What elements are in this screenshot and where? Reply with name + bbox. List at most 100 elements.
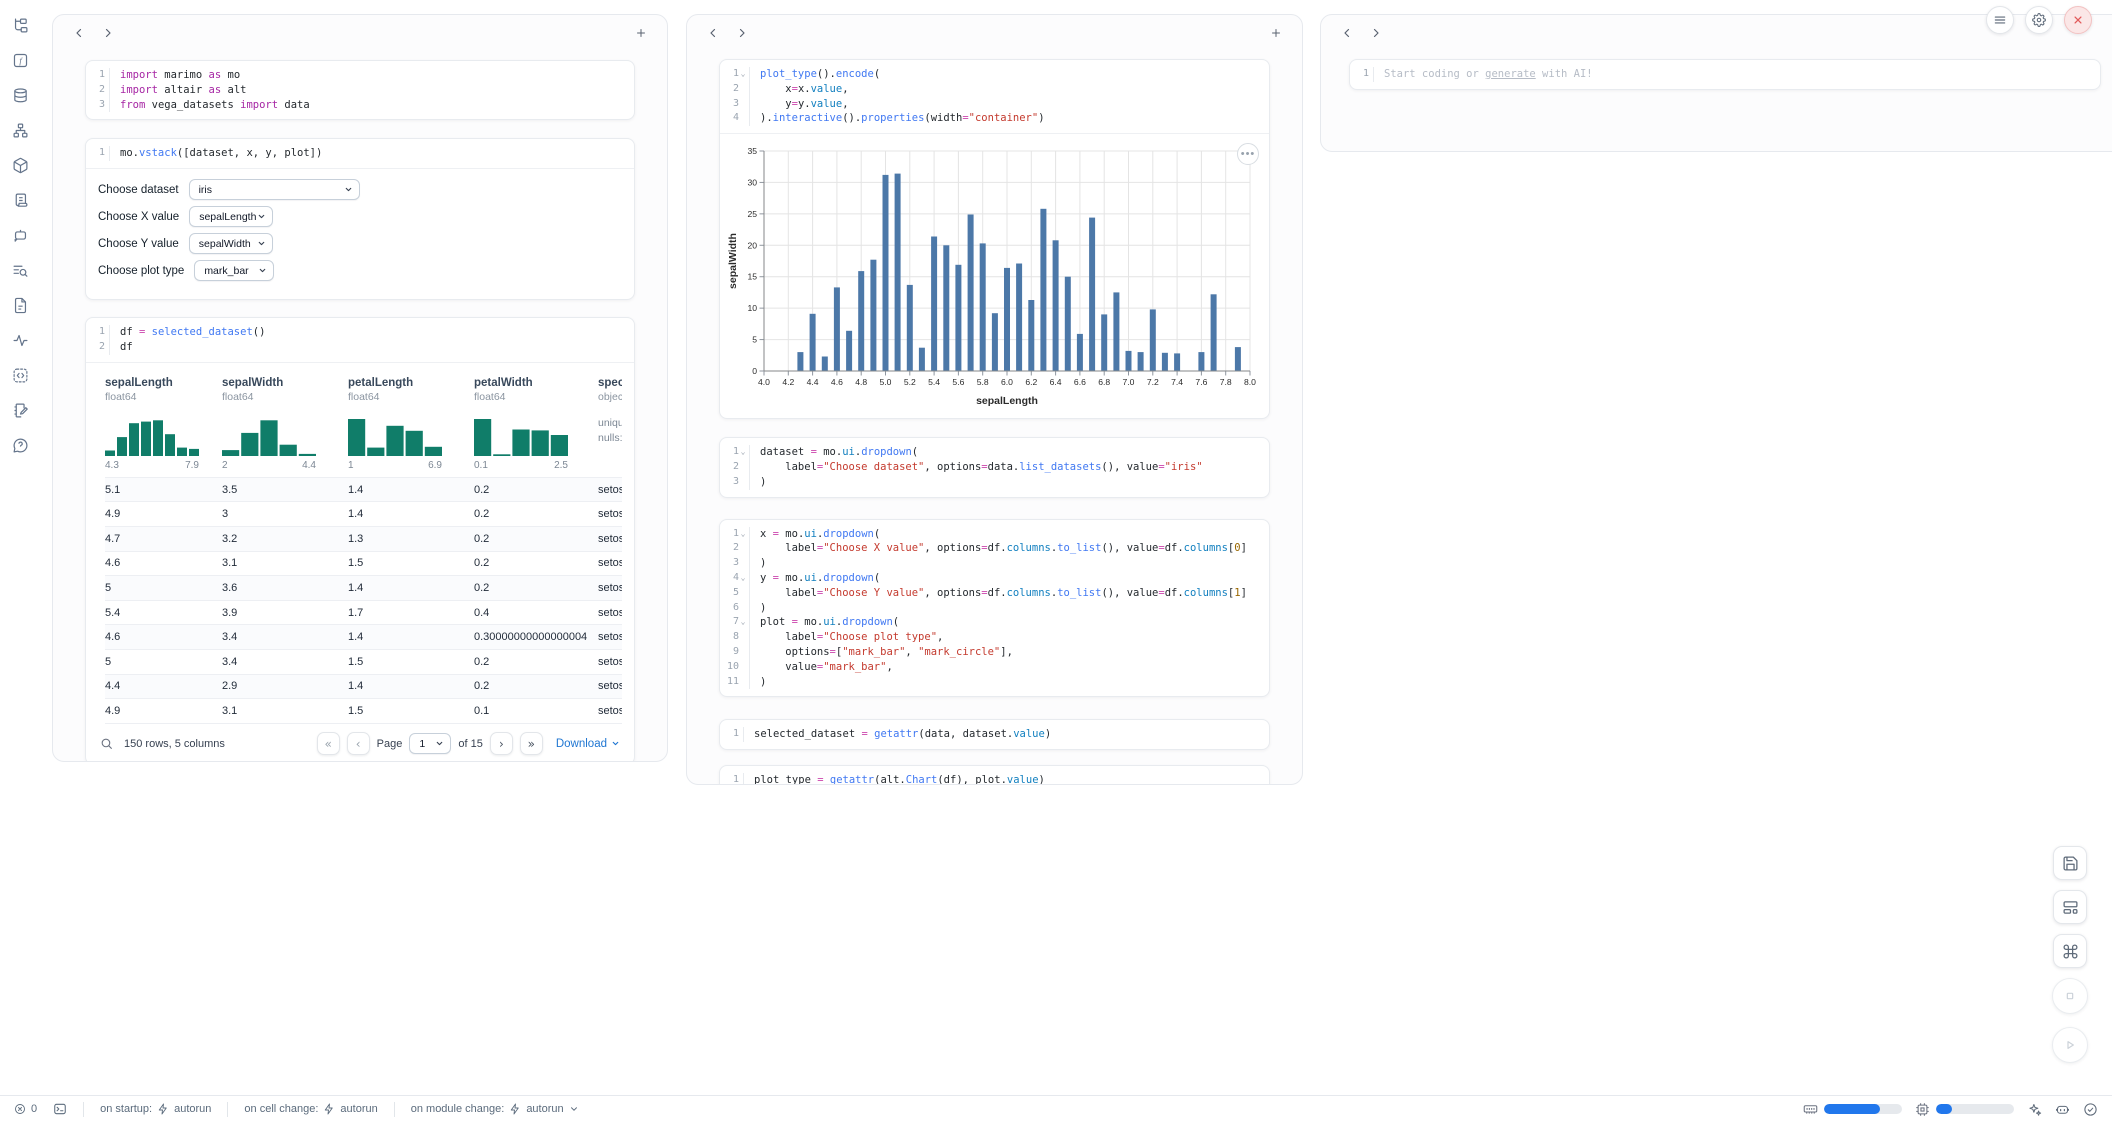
snippets-icon[interactable] <box>7 292 33 318</box>
layout-button[interactable] <box>2053 890 2087 924</box>
empty-cell[interactable]: 1Start coding or generate with AI! <box>1349 59 2101 90</box>
next-page-button[interactable]: › <box>490 732 513 755</box>
fold-arrow-icon[interactable]: ⌄ <box>739 445 747 460</box>
shortcuts-button[interactable] <box>2053 934 2087 968</box>
code-line[interactable]: options=["mark_bar", "mark_circle"], <box>760 645 1247 660</box>
shutdown-icon[interactable] <box>2064 6 2092 34</box>
fold-arrow-icon[interactable]: ⌄ <box>739 67 747 82</box>
fold-arrow-icon[interactable]: ⌄ <box>739 527 747 542</box>
vstack-code[interactable]: 1mo.vstack([dataset, x, y, plot]) <box>86 139 634 168</box>
x-value-select[interactable]: sepalLength <box>189 206 273 227</box>
scroll-left-icon[interactable] <box>702 22 724 44</box>
code-line[interactable]: y = mo.ui.dropdown( <box>760 571 1247 586</box>
last-page-button[interactable]: » <box>520 732 543 755</box>
y-value-select[interactable]: sepalWidth <box>189 233 273 254</box>
code-line[interactable]: mo.vstack([dataset, x, y, plot]) <box>120 146 322 161</box>
svg-text:10: 10 <box>747 303 757 313</box>
column-header[interactable]: sepalLengthfloat644.37.9 <box>105 373 222 477</box>
scroll-right-icon[interactable] <box>97 22 119 44</box>
scroll-left-icon[interactable] <box>1336 22 1358 44</box>
code-line[interactable]: value="mark_bar", <box>760 660 1247 675</box>
stop-icon <box>2062 988 2078 1004</box>
code-line[interactable]: selected_dataset = getattr(data, dataset… <box>754 727 1051 742</box>
code-line[interactable]: from vega_datasets import data <box>120 98 310 113</box>
code-line[interactable]: Start coding or generate with AI! <box>1384 67 1593 82</box>
scroll-right-icon[interactable] <box>1365 22 1387 44</box>
code-line[interactable]: ) <box>760 475 1203 490</box>
interrupt-button[interactable] <box>2052 978 2088 1014</box>
file-explorer-icon[interactable] <box>7 12 33 38</box>
outputs-icon[interactable] <box>7 362 33 388</box>
code-line[interactable]: dataset = mo.ui.dropdown( <box>760 445 1203 460</box>
plot-type-select[interactable]: mark_bar <box>194 260 274 281</box>
tracing-icon[interactable] <box>7 327 33 353</box>
code-line[interactable]: ).interactive().properties(width="contai… <box>760 111 1045 126</box>
gear-icon[interactable] <box>2025 6 2053 34</box>
code-line[interactable]: label="Choose X value", options=df.colum… <box>760 541 1247 556</box>
on-module-change-setting[interactable]: on module change: autorun <box>411 1103 579 1115</box>
svg-text:0: 0 <box>752 366 757 376</box>
fold-arrow-icon[interactable]: ⌄ <box>739 615 747 630</box>
prev-page-button[interactable]: ‹ <box>347 732 370 755</box>
code-line[interactable]: ) <box>760 601 1247 616</box>
add-cell-icon[interactable] <box>1265 22 1287 44</box>
code-line[interactable]: ) <box>760 556 1247 571</box>
code-line[interactable]: import marimo as mo <box>120 68 310 83</box>
plot-type-cell[interactable]: 1plot_type = getattr(alt.Chart(df), plot… <box>719 765 1270 785</box>
packages-icon[interactable] <box>7 152 33 178</box>
column-header[interactable]: petalLengthfloat6416.9 <box>348 373 474 477</box>
cpu-icon <box>1915 1102 1930 1117</box>
code-line[interactable]: label="Choose plot type", <box>760 630 1247 645</box>
datasources-icon[interactable] <box>7 82 33 108</box>
code-line[interactable]: plot_type = getattr(alt.Chart(df), plot.… <box>754 773 1045 785</box>
scratchpad-icon[interactable] <box>7 397 33 423</box>
column-header[interactable]: speciesobjectunique:nulls: <box>598 373 622 477</box>
code-line[interactable]: label="Choose dataset", options=data.lis… <box>760 460 1203 475</box>
plot-code[interactable]: 1⌄234plot_type().encode( x=x.value, y=y.… <box>720 60 1269 133</box>
dependencies-icon[interactable] <box>7 117 33 143</box>
df-code[interactable]: 12df = selected_dataset()df <box>86 318 634 362</box>
code-line[interactable]: ) <box>760 675 1247 690</box>
on-startup-setting[interactable]: on startup: autorun <box>100 1103 211 1115</box>
add-cell-icon[interactable] <box>630 22 652 44</box>
chevron-down-icon <box>258 266 267 275</box>
terminal-button[interactable] <box>53 1102 67 1116</box>
code-line[interactable]: plot_type().encode( <box>760 67 1045 82</box>
column-header[interactable]: sepalWidthfloat6424.4 <box>222 373 348 477</box>
scroll-left-icon[interactable] <box>68 22 90 44</box>
copilot-icon[interactable] <box>2055 1102 2070 1117</box>
line-number: 2 <box>733 541 747 556</box>
code-line[interactable]: df <box>120 340 265 355</box>
help-icon[interactable] <box>7 432 33 458</box>
code-line[interactable]: df = selected_dataset() <box>120 325 265 340</box>
variables-icon[interactable]: f <box>7 47 33 73</box>
ai-sparkles-icon[interactable] <box>2027 1102 2042 1117</box>
xy-plot-dropdown-cell[interactable]: 1⌄234⌄567⌄891011x = mo.ui.dropdown( labe… <box>719 519 1270 698</box>
logs-icon[interactable] <box>7 257 33 283</box>
code-line[interactable]: label="Choose Y value", options=df.colum… <box>760 586 1247 601</box>
column-header[interactable]: petalWidthfloat640.12.5 <box>474 373 598 477</box>
code-line[interactable]: y=y.value, <box>760 97 1045 112</box>
selected-dataset-cell[interactable]: 1selected_dataset = getattr(data, datase… <box>719 719 1270 750</box>
first-page-button[interactable]: « <box>317 732 340 755</box>
error-indicator[interactable]: 0 <box>14 1103 37 1115</box>
code-line[interactable]: x=x.value, <box>760 82 1045 97</box>
imports-cell[interactable]: 123import marimo as moimport altair as a… <box>85 60 635 120</box>
on-cell-change-setting[interactable]: on cell change: autorun <box>244 1103 377 1115</box>
scroll-right-icon[interactable] <box>731 22 753 44</box>
search-icon[interactable] <box>100 737 113 750</box>
dataset-dropdown-cell[interactable]: 1⌄23dataset = mo.ui.dropdown( label="Cho… <box>719 437 1270 497</box>
dataset-select[interactable]: iris <box>189 179 360 200</box>
code-line[interactable]: x = mo.ui.dropdown( <box>760 527 1247 542</box>
fold-arrow-icon[interactable]: ⌄ <box>739 571 747 586</box>
download-button[interactable]: Download <box>556 738 620 750</box>
menu-icon[interactable] <box>1986 6 2014 34</box>
connection-status-icon[interactable] <box>2083 1102 2098 1117</box>
code-line[interactable]: plot = mo.ui.dropdown( <box>760 615 1247 630</box>
save-button[interactable] <box>2053 846 2087 880</box>
ai-chat-icon[interactable] <box>7 222 33 248</box>
documentation-icon[interactable] <box>7 187 33 213</box>
run-button[interactable] <box>2052 1027 2088 1063</box>
code-line[interactable]: import altair as alt <box>120 83 310 98</box>
page-select[interactable]: 1 <box>409 733 451 754</box>
